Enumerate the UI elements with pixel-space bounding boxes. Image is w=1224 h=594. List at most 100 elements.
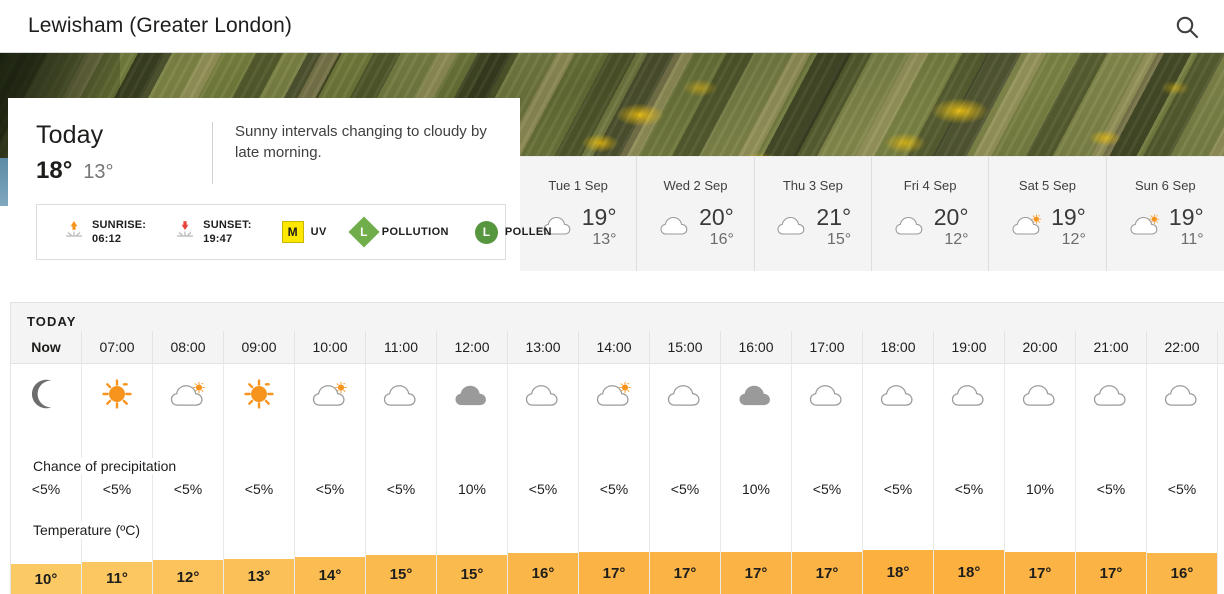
precipitation-value: <5% <box>315 481 345 497</box>
day-name: Sat 5 Sep <box>1018 178 1077 193</box>
today-info-strip: SUNRISE: 06:12 SUNSET: 19:47 M UV L POLL… <box>36 204 552 260</box>
temperature-bar-area: 13° <box>224 536 294 594</box>
precipitation-value: <5% <box>954 481 984 497</box>
day-body: 20° 16° <box>637 205 753 249</box>
temperature-bar: 17° <box>1076 552 1146 594</box>
day-low-temp: 16° <box>709 231 734 248</box>
hour-header-cell[interactable]: 16:00 <box>721 331 792 363</box>
day-low-temp: 13° <box>592 231 617 248</box>
cloud-icon <box>792 363 862 425</box>
day-temperatures: 19° 11° <box>1169 205 1204 249</box>
hour-columns: <5% 10° <5% 11° <5% 12° <5% 13° <5% 14° … <box>11 363 1218 594</box>
day-forecast-cell[interactable]: Wed 2 Sep 20° 16° <box>637 157 755 271</box>
hour-column[interactable]: 10% 15° <box>437 363 508 594</box>
precipitation-value: 10% <box>741 481 771 497</box>
precipitation-value: <5% <box>528 481 558 497</box>
hour-column[interactable]: <5% 14° <box>295 363 366 594</box>
hourly-day-label: TODAY <box>27 314 77 329</box>
hour-header-cell[interactable]: 09:00 <box>224 331 295 363</box>
pollution-info[interactable]: L POLLUTION <box>348 216 449 248</box>
sunrise-time: 06:12 <box>92 233 122 245</box>
hour-header-row[interactable]: Now 07:00 08:00 09:00 10:00 11:00 12:00 13:00 14… <box>11 331 1218 363</box>
day-body: 21° 15° <box>755 205 871 249</box>
hour-column[interactable]: <5% 17° <box>650 363 721 594</box>
hour-header-cell[interactable]: 22:00 <box>1147 331 1218 363</box>
uv-info[interactable]: M UV <box>281 221 327 243</box>
pollen-info[interactable]: L POLLEN <box>474 220 552 244</box>
sun-cloud-icon <box>579 363 649 425</box>
day-forecast-cell[interactable]: Tue 1 Sep 19° 13° <box>520 157 638 271</box>
day-forecast-cell[interactable]: Sun 6 Sep 19° 11° <box>1107 157 1224 271</box>
day-high-temp: 19° <box>1168 204 1204 230</box>
hour-header-cell[interactable]: Now <box>11 331 82 363</box>
temperature-bar-area: 14° <box>295 536 365 594</box>
hour-header-cell[interactable]: 14:00 <box>579 331 650 363</box>
hour-column[interactable]: <5% 17° <box>1076 363 1147 594</box>
hour-header-cell[interactable]: 19:00 <box>934 331 1005 363</box>
hourly-forecast-panel: TODAY Now 07:00 08:00 09:00 10:00 11:00 12:00 1… <box>10 302 1224 594</box>
hour-header-cell[interactable]: 12:00 <box>437 331 508 363</box>
hour-column[interactable]: <5% 10° <box>11 363 82 594</box>
hour-column[interactable]: <5% 16° <box>508 363 579 594</box>
hour-column[interactable]: <5% 12° <box>153 363 224 594</box>
temperature-bar-area: 16° <box>508 536 578 594</box>
precipitation-value: <5% <box>244 481 274 497</box>
hour-header-cell[interactable]: 15:00 <box>650 331 721 363</box>
sunset-label: SUNSET: <box>203 219 252 231</box>
hour-header-cell[interactable]: 07:00 <box>82 331 153 363</box>
temperature-bar: 18° <box>863 550 933 594</box>
precipitation-row-label: Chance of precipitation <box>27 458 181 474</box>
precipitation-value: <5% <box>599 481 629 497</box>
temperature-bar-area: 17° <box>579 536 649 594</box>
hour-column[interactable]: <5% 13° <box>224 363 295 594</box>
day-name: Sun 6 Sep <box>1134 178 1196 193</box>
search-input[interactable]: Lewisham (Greater London) <box>28 14 292 38</box>
hour-header-cell[interactable]: 11:00 <box>366 331 437 363</box>
temperature-bar-area: 17° <box>792 536 862 594</box>
uv-label: UV <box>310 226 327 238</box>
precipitation-value: <5% <box>883 481 913 497</box>
search-icon[interactable] <box>1172 12 1202 42</box>
hour-column[interactable]: 10% 17° <box>721 363 792 594</box>
location-search-bar[interactable]: Lewisham (Greater London) <box>0 0 1224 53</box>
hour-column[interactable]: <5% 17° <box>579 363 650 594</box>
pollution-label: POLLUTION <box>381 226 449 238</box>
day-low-temp: 12° <box>944 231 969 248</box>
sun-icon <box>82 363 152 425</box>
cloud-icon <box>650 363 720 425</box>
hour-column[interactable]: 10% 17° <box>1005 363 1076 594</box>
day-temperatures: 19° 12° <box>1051 205 1086 249</box>
hour-header-cell[interactable]: 13:00 <box>508 331 579 363</box>
day-forecast-cell[interactable]: Fri 4 Sep 20° 12° <box>872 157 990 271</box>
hour-column[interactable]: <5% 11° <box>82 363 153 594</box>
temperature-bar: 15° <box>437 555 507 594</box>
day-forecast-cell[interactable]: Sat 5 Sep 19° 12° <box>989 157 1107 271</box>
day-body: 19° 12° <box>989 205 1105 249</box>
hour-header-cell[interactable]: 20:00 <box>1005 331 1076 363</box>
hour-column[interactable]: <5% 16° <box>1147 363 1218 594</box>
sunrise-label: SUNRISE: <box>92 219 147 231</box>
day-high-temp: 20° <box>699 204 734 230</box>
temperature-bar-area: 17° <box>1076 536 1146 594</box>
temperature-bar: 17° <box>650 552 720 594</box>
hour-column[interactable]: <5% 18° <box>863 363 934 594</box>
hour-header-cell[interactable]: 18:00 <box>863 331 934 363</box>
hour-column[interactable]: <5% 18° <box>934 363 1005 594</box>
hour-header-cell[interactable]: 17:00 <box>792 331 863 363</box>
hour-header-cell[interactable]: 21:00 <box>1076 331 1147 363</box>
day-body: 19° 11° <box>1107 205 1224 249</box>
cloud-icon <box>892 211 928 244</box>
hour-header-cell[interactable]: 10:00 <box>295 331 366 363</box>
day-low-temp: 11° <box>1180 231 1204 248</box>
precipitation-value: 10% <box>1025 481 1055 497</box>
precipitation-value: <5% <box>386 481 416 497</box>
day-temperatures: 19° 13° <box>582 205 617 249</box>
day-forecast-cell[interactable]: Thu 3 Sep 21° 15° <box>755 157 872 271</box>
temperature-bar: 15° <box>366 555 436 594</box>
today-headline-block: Today 18° 13° <box>36 120 212 184</box>
hour-header-cell[interactable]: 08:00 <box>153 331 224 363</box>
precipitation-value: <5% <box>102 481 132 497</box>
hour-column[interactable]: <5% 17° <box>792 363 863 594</box>
moon-icon <box>11 363 81 425</box>
hour-column[interactable]: <5% 15° <box>366 363 437 594</box>
